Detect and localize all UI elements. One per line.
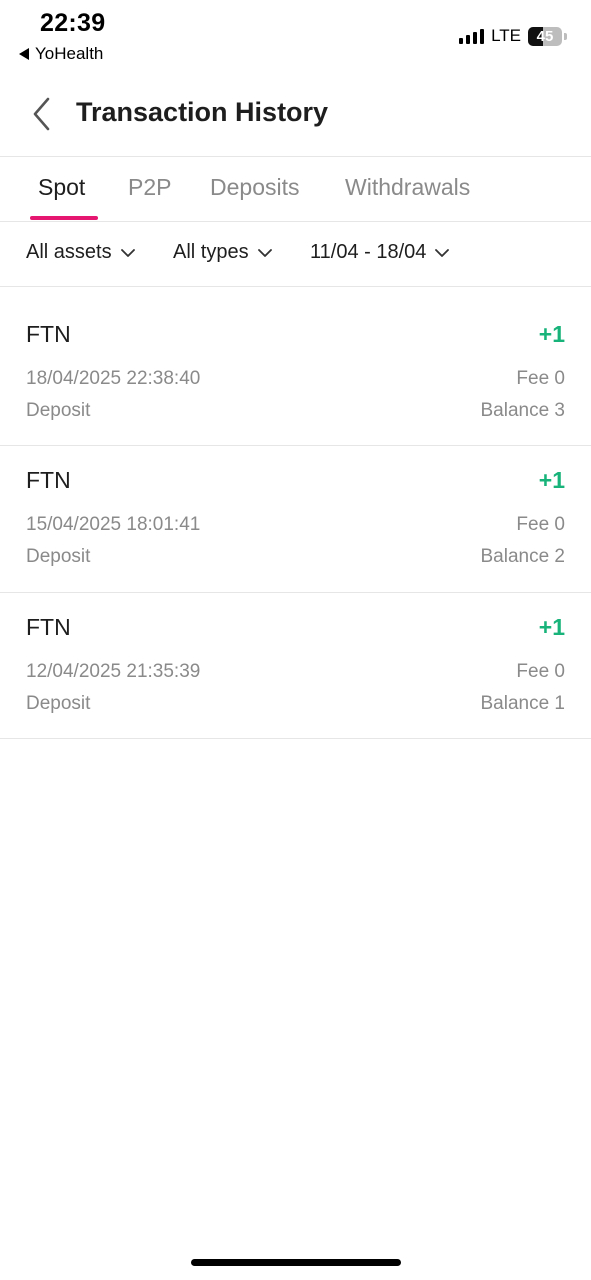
transaction-datetime: 12/04/2025 21:35:39 bbox=[26, 661, 201, 682]
signal-icon bbox=[459, 28, 485, 44]
transaction-fee: Fee 0 bbox=[516, 661, 565, 682]
transaction-asset: FTN bbox=[26, 321, 71, 347]
transaction-balance: Balance 3 bbox=[480, 400, 565, 421]
network-label: LTE bbox=[491, 26, 521, 45]
filter-bar: All assets All types 11/04 - 18/04 bbox=[0, 222, 591, 286]
transaction-amount: +1 bbox=[538, 321, 565, 347]
chevron-left-icon bbox=[33, 97, 50, 131]
chevron-down-icon bbox=[257, 248, 272, 257]
filters-divider bbox=[0, 286, 591, 287]
battery-level: 45 bbox=[536, 27, 554, 45]
tab-deposits[interactable]: Deposits bbox=[210, 174, 299, 201]
chevron-down-icon bbox=[435, 248, 450, 257]
transaction-amount: +1 bbox=[538, 614, 565, 640]
row-divider bbox=[0, 738, 591, 739]
battery-icon: 45 bbox=[528, 26, 562, 46]
types-filter-label: All types bbox=[173, 241, 249, 263]
tab-bar: Spot P2P Deposits Withdrawals bbox=[0, 157, 591, 221]
page-header: Transaction History bbox=[0, 80, 591, 146]
transaction-row[interactable]: FTN +1 18/04/2025 22:38:40 Fee 0 Deposit… bbox=[0, 300, 591, 446]
home-indicator[interactable] bbox=[191, 1259, 401, 1266]
transaction-row[interactable]: FTN +1 15/04/2025 18:01:41 Fee 0 Deposit… bbox=[0, 446, 591, 592]
battery-cap bbox=[564, 32, 567, 40]
active-tab-indicator bbox=[30, 216, 98, 220]
assets-filter-dropdown[interactable]: All assets bbox=[26, 241, 136, 264]
transaction-balance: Balance 2 bbox=[480, 546, 565, 567]
status-indicators: LTE 45 bbox=[459, 26, 567, 46]
transaction-amount: +1 bbox=[538, 467, 565, 493]
transaction-fee: Fee 0 bbox=[516, 368, 565, 389]
tab-p2p[interactable]: P2P bbox=[128, 174, 171, 201]
transaction-asset: FTN bbox=[26, 614, 71, 640]
back-button[interactable] bbox=[26, 94, 62, 134]
transaction-type: Deposit bbox=[26, 693, 91, 714]
chevron-down-icon bbox=[120, 248, 135, 257]
transaction-type: Deposit bbox=[26, 546, 91, 567]
back-app-label: YoHealth bbox=[35, 44, 104, 63]
types-filter-dropdown[interactable]: All types bbox=[173, 241, 273, 264]
transaction-row[interactable]: FTN +1 12/04/2025 21:35:39 Fee 0 Deposit… bbox=[0, 593, 591, 739]
page-title: Transaction History bbox=[76, 97, 329, 127]
transaction-asset: FTN bbox=[26, 467, 71, 493]
transaction-balance: Balance 1 bbox=[480, 693, 565, 714]
transaction-type: Deposit bbox=[26, 400, 91, 421]
back-to-app-link[interactable]: YoHealth bbox=[19, 44, 103, 64]
tab-spot[interactable]: Spot bbox=[38, 174, 85, 201]
back-triangle-icon bbox=[19, 48, 29, 60]
status-bar: 22:39 YoHealth LTE 45 bbox=[0, 0, 591, 70]
tab-withdrawals[interactable]: Withdrawals bbox=[345, 174, 470, 201]
transaction-fee: Fee 0 bbox=[516, 514, 565, 535]
transaction-datetime: 15/04/2025 18:01:41 bbox=[26, 514, 201, 535]
transaction-datetime: 18/04/2025 22:38:40 bbox=[26, 368, 201, 389]
assets-filter-label: All assets bbox=[26, 241, 112, 263]
status-time: 22:39 bbox=[40, 9, 106, 37]
date-range-label: 11/04 - 18/04 bbox=[310, 241, 427, 263]
date-range-filter-dropdown[interactable]: 11/04 - 18/04 bbox=[310, 241, 450, 264]
